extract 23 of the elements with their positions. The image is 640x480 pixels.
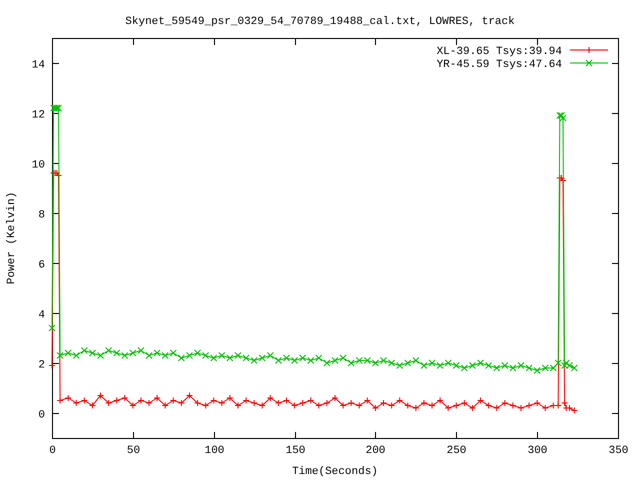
axis-label: Time(Seconds) (292, 466, 378, 478)
tick-label: 200 (366, 445, 386, 457)
tick-label: 6 (38, 260, 45, 272)
tick-label: 2 (38, 360, 45, 372)
tick-label: 150 (286, 445, 306, 457)
legend-label: YR-45.59 Tsys:47.64 (436, 59, 562, 71)
tick-label: 10 (32, 160, 45, 172)
tick-label: 0 (49, 445, 56, 457)
tick-label: 250 (446, 445, 466, 457)
legend-label: XL-39.65 Tsys:39.94 (436, 46, 562, 58)
data-point (48, 324, 56, 332)
axis-label: Power (Kelvin) (6, 192, 18, 284)
tick-label: 12 (32, 110, 45, 122)
tick-label: 100 (204, 445, 224, 457)
tick-label: 14 (32, 60, 45, 72)
tick-label: 0 (38, 410, 45, 422)
tick-label: 50 (126, 445, 140, 457)
tick-label: 300 (528, 445, 548, 457)
tick-label: 4 (38, 310, 45, 322)
chart-title: Skynet_59549_psr_0329_54_70789_19488_cal.txt, LOWRES, track (125, 16, 515, 28)
data-point (48, 362, 56, 369)
tick-label: 8 (38, 210, 45, 222)
tick-label: 350 (608, 445, 628, 457)
